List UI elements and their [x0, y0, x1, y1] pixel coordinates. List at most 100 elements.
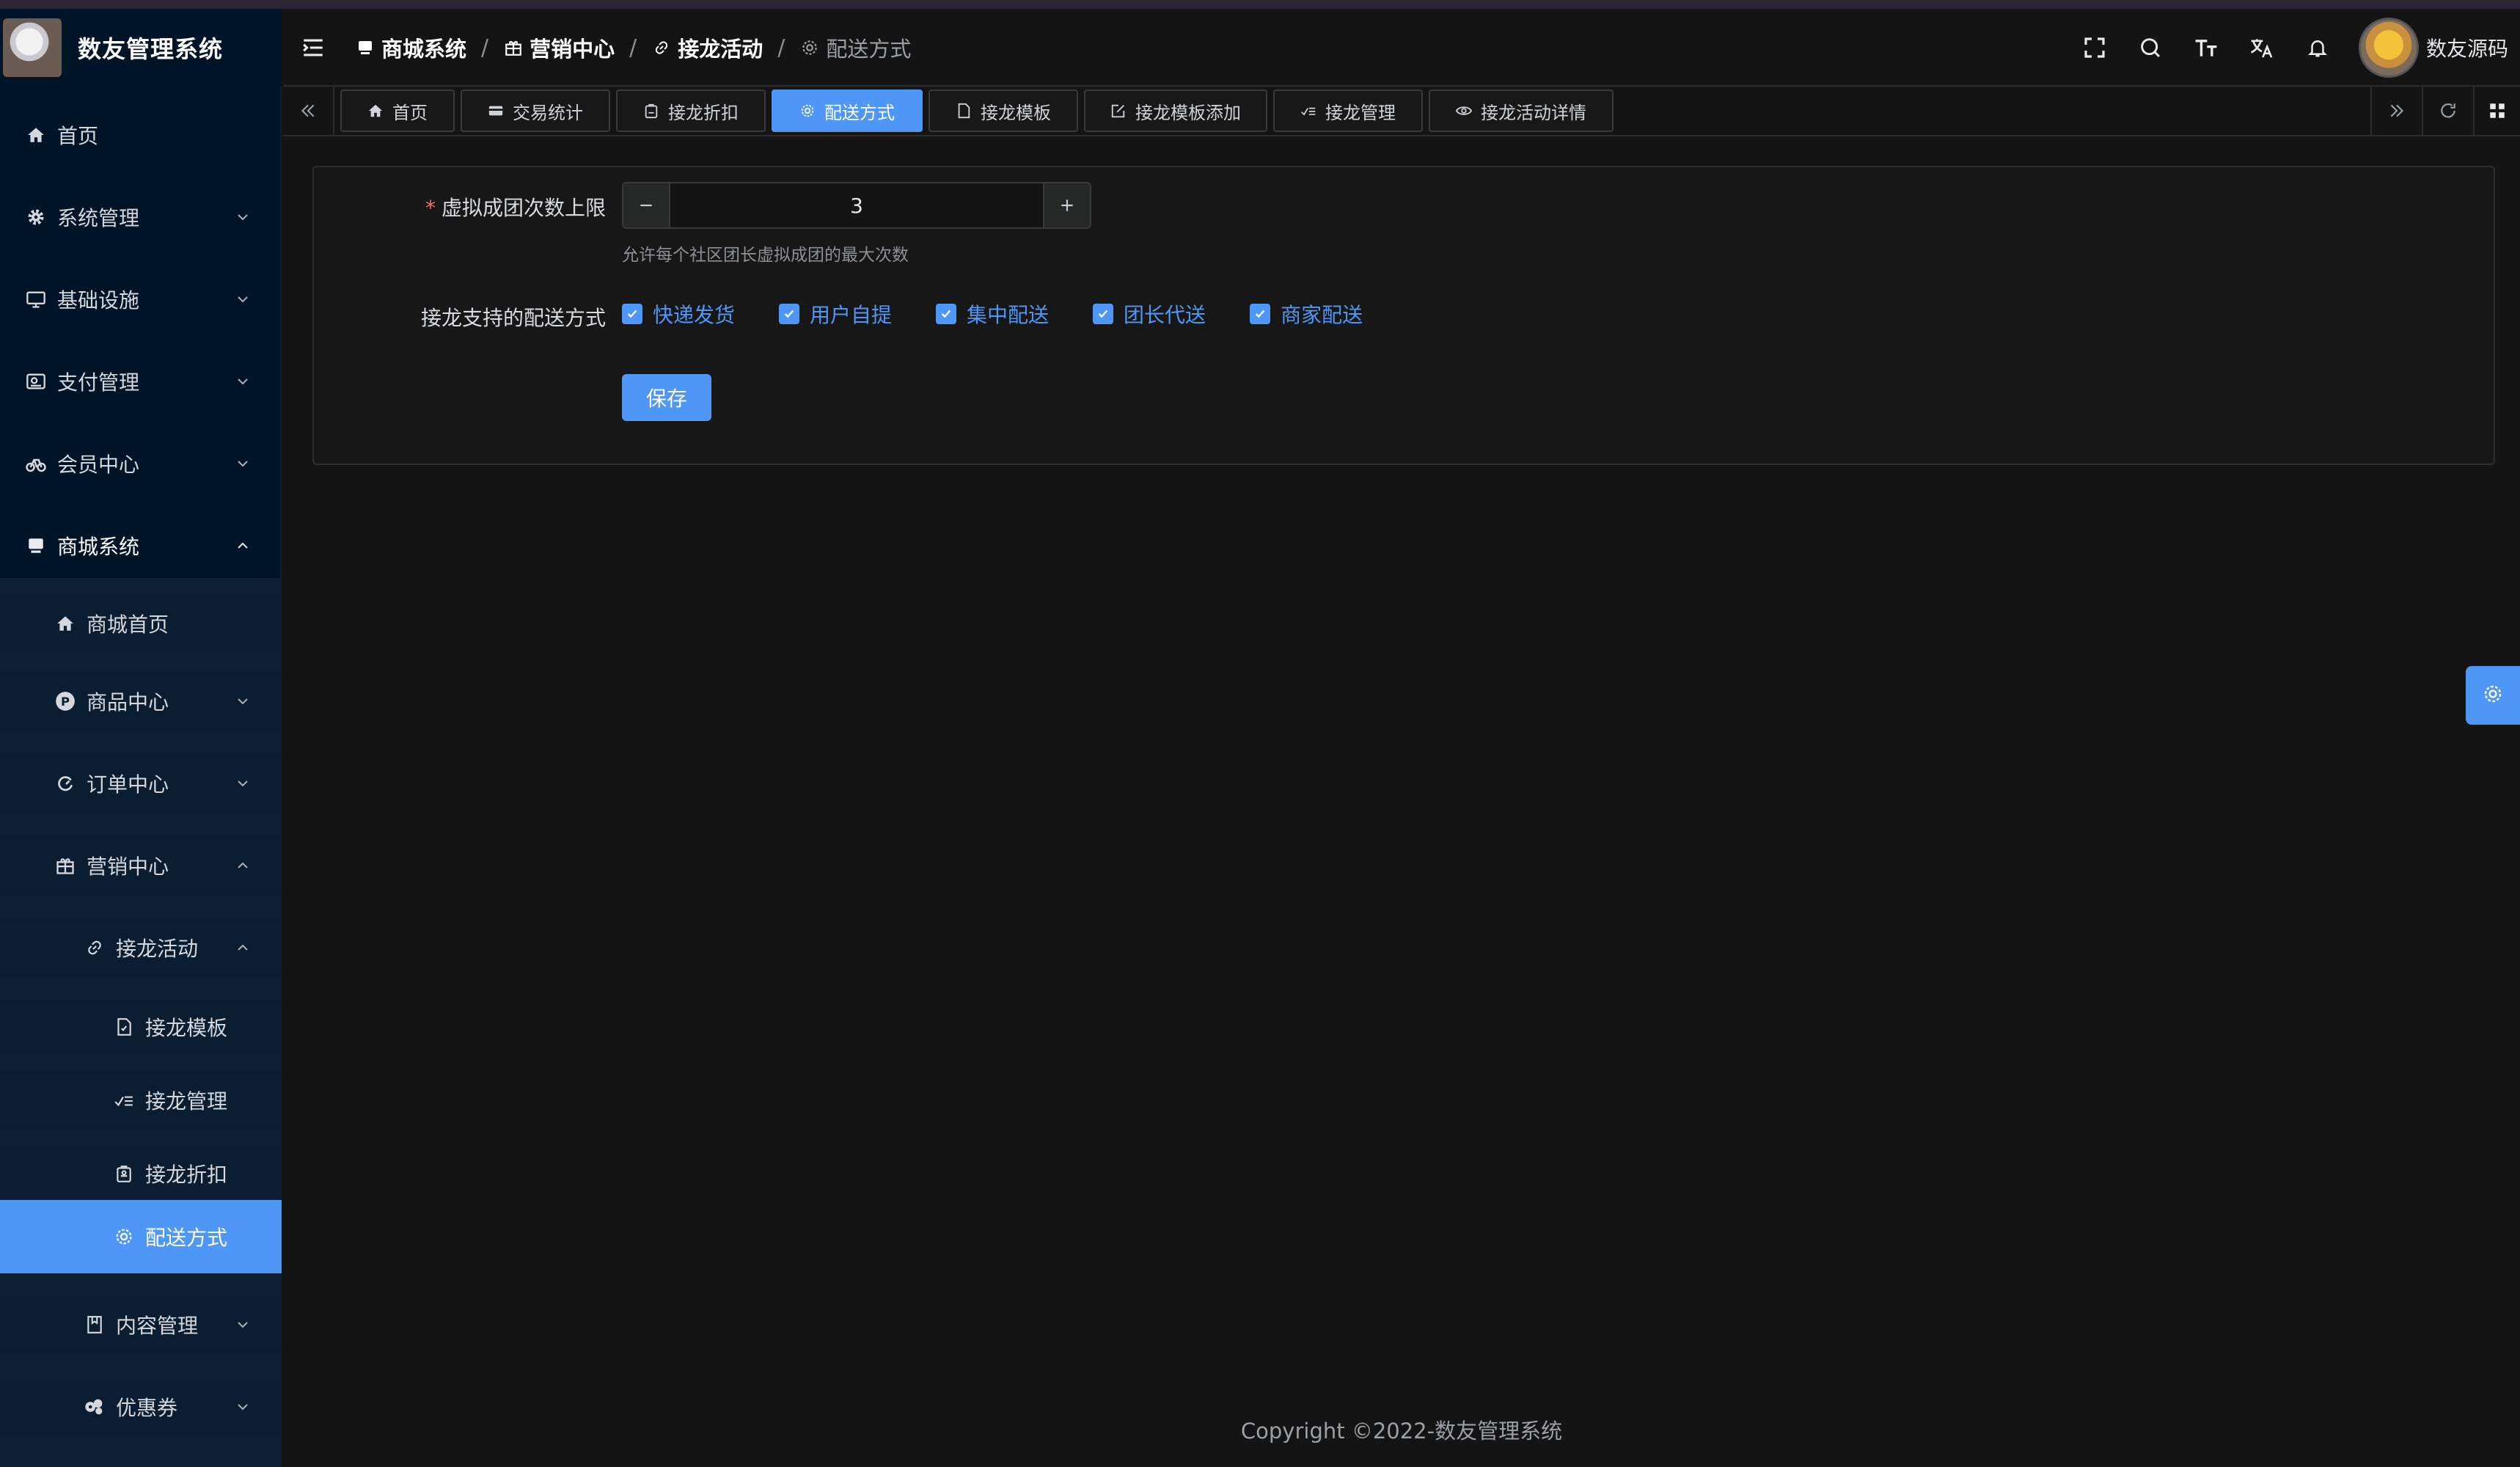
checkbox-label[interactable]: 快递发货 [653, 299, 735, 329]
username[interactable]: 数友源码 [2426, 33, 2508, 62]
tab-jielong-manage[interactable]: 接龙管理 [1273, 89, 1423, 132]
tab-jielong-template-add[interactable]: 接龙模板添加 [1084, 89, 1267, 132]
breadcrumb-label: 商城系统 [381, 37, 467, 62]
avatar[interactable] [2358, 18, 2419, 78]
font-size-icon[interactable] [2191, 33, 2221, 62]
save-button[interactable]: 保存 [622, 374, 711, 421]
checkbox-centralized[interactable]: 集中配送 [936, 299, 1049, 329]
checkbox-label[interactable]: 商家配送 [1281, 299, 1363, 329]
virtual-limit-value[interactable]: 3 [670, 183, 1043, 227]
sidebar-item-label: 接龙模板 [145, 1016, 228, 1040]
increment-button[interactable] [1043, 183, 1090, 227]
sidebar-item-coupon[interactable]: 优惠券 [0, 1379, 282, 1435]
tab-trade-stats[interactable]: 交易统计 [461, 89, 610, 132]
checkbox-label[interactable]: 团长代送 [1124, 299, 1206, 329]
grid-menu-icon[interactable] [2473, 87, 2520, 135]
search-icon[interactable] [2136, 33, 2165, 62]
sidebar-item-mall-home[interactable]: 商城首页 [0, 596, 282, 651]
chevron-up-icon [232, 855, 254, 877]
sidebar-item-system[interactable]: 系统管理 [0, 189, 282, 245]
chevron-down-icon [232, 1314, 254, 1336]
discount-bag-icon [643, 103, 659, 119]
sidebar-item-label: 接龙管理 [145, 1089, 228, 1113]
tab-jielong-template[interactable]: 接龙模板 [928, 89, 1078, 132]
sidebar-item-jielong-template[interactable]: 接龙模板 [0, 999, 282, 1055]
checkbox-label[interactable]: 集中配送 [967, 299, 1049, 329]
refresh-icon[interactable] [2422, 87, 2473, 135]
checkbox-self-pickup[interactable]: 用户自提 [779, 299, 892, 329]
check-icon[interactable] [622, 304, 642, 324]
logo-image [3, 18, 62, 77]
sidebar-item-label: 接龙活动 [116, 937, 199, 961]
link-icon [651, 37, 672, 58]
app-title: 数友管理系统 [78, 35, 224, 63]
double-chevron-right-icon[interactable] [2370, 87, 2422, 135]
checkbox-merchant-delivery[interactable]: 商家配送 [1250, 299, 1363, 329]
breadcrumb-item[interactable]: 营销中心 [503, 32, 615, 63]
tab-jielong-activity-detail[interactable]: 接龙活动详情 [1429, 89, 1614, 132]
sidebar-item-home[interactable]: 首页 [0, 107, 282, 163]
tab-label: 首页 [392, 102, 428, 123]
checkbox-express[interactable]: 快递发货 [622, 299, 735, 329]
bookmark-doc-icon [84, 1314, 106, 1336]
sidebar: 数友管理系统 首页 系统管理 基础设施 支付管理 会员中心 商城系统 商城首页 … [0, 9, 282, 1467]
gear-icon [799, 37, 820, 58]
sidebar-item-order-center[interactable]: 订单中心 [0, 756, 282, 811]
breadcrumb-item[interactable]: 商城系统 [355, 32, 466, 63]
tab-label: 接龙管理 [1325, 102, 1396, 123]
chevron-up-icon [232, 937, 254, 959]
breadcrumb-item[interactable]: 接龙活动 [651, 32, 763, 63]
chevron-down-icon [232, 453, 254, 475]
check-icon[interactable] [1093, 304, 1114, 324]
bell-icon[interactable] [2303, 33, 2332, 62]
top-header: 商城系统 / 营销中心 / 接龙活动 / 配送方式 数友源码 [283, 9, 2520, 87]
eye-icon [1456, 103, 1472, 119]
sidebar-item-payment[interactable]: 支付管理 [0, 354, 282, 409]
floating-settings-button[interactable] [2466, 666, 2520, 725]
coupon-icon [84, 1396, 106, 1418]
sidebar-item-product-center[interactable]: P 商品中心 [0, 673, 282, 729]
sidebar-item-jielong-manage[interactable]: 接龙管理 [0, 1072, 282, 1128]
check-icon[interactable] [779, 304, 800, 324]
check-icon[interactable] [1250, 304, 1271, 324]
order-refresh-icon [54, 772, 76, 794]
menu-fold-icon[interactable] [301, 35, 326, 60]
checkbox-label[interactable]: 用户自提 [810, 299, 892, 329]
checkbox-leader-delivery[interactable]: 团长代送 [1093, 299, 1206, 329]
chevron-down-icon [232, 206, 254, 228]
breadcrumb-separator: / [777, 34, 785, 61]
chevron-down-icon [232, 288, 254, 310]
tab-jielong-discount[interactable]: 接龙折扣 [616, 89, 766, 132]
double-chevron-left-icon[interactable] [283, 87, 334, 135]
sidebar-item-content-manage[interactable]: 内容管理 [0, 1297, 282, 1353]
sidebar-item-marketing-center[interactable]: 营销中心 [0, 838, 282, 893]
fullscreen-icon[interactable] [2080, 33, 2109, 62]
sidebar-item-label: 配送方式 [145, 1226, 228, 1250]
gear-icon [25, 206, 47, 228]
gear-icon [113, 1226, 135, 1248]
document-icon [956, 103, 972, 119]
chevron-down-icon [232, 772, 254, 794]
shop-icon [25, 535, 47, 557]
sidebar-item-label: 系统管理 [57, 206, 140, 230]
sidebar-item-mall[interactable]: 商城系统 [0, 518, 282, 574]
sidebar-item-jielong-discount[interactable]: 接龙折扣 [0, 1146, 282, 1201]
virtual-limit-stepper[interactable]: 3 [622, 182, 1091, 229]
sidebar-item-label: 首页 [57, 124, 99, 148]
tab-delivery-method[interactable]: 配送方式 [772, 89, 923, 132]
tab-label: 接龙模板 [981, 102, 1051, 123]
sidebar-item-infra[interactable]: 基础设施 [0, 271, 282, 327]
app-logo[interactable]: 数友管理系统 [0, 9, 282, 87]
tab-home[interactable]: 首页 [340, 89, 455, 132]
sidebar-item-jielong-activity[interactable]: 接龙活动 [0, 920, 282, 976]
shop-icon [355, 37, 376, 58]
sidebar-item-member[interactable]: 会员中心 [0, 436, 282, 491]
translate-icon[interactable] [2247, 33, 2277, 62]
delivery-checkbox-group: 快递发货 用户自提 集中配送 团长代送 商家配送 [622, 299, 1407, 329]
sidebar-item-label: 订单中心 [87, 772, 169, 797]
decrement-button[interactable] [623, 183, 670, 227]
check-icon[interactable] [936, 304, 957, 324]
chevron-up-icon [232, 535, 254, 557]
sidebar-item-delivery-method[interactable]: 配送方式 [0, 1200, 282, 1273]
sidebar-item-label: 商品中心 [87, 690, 169, 714]
